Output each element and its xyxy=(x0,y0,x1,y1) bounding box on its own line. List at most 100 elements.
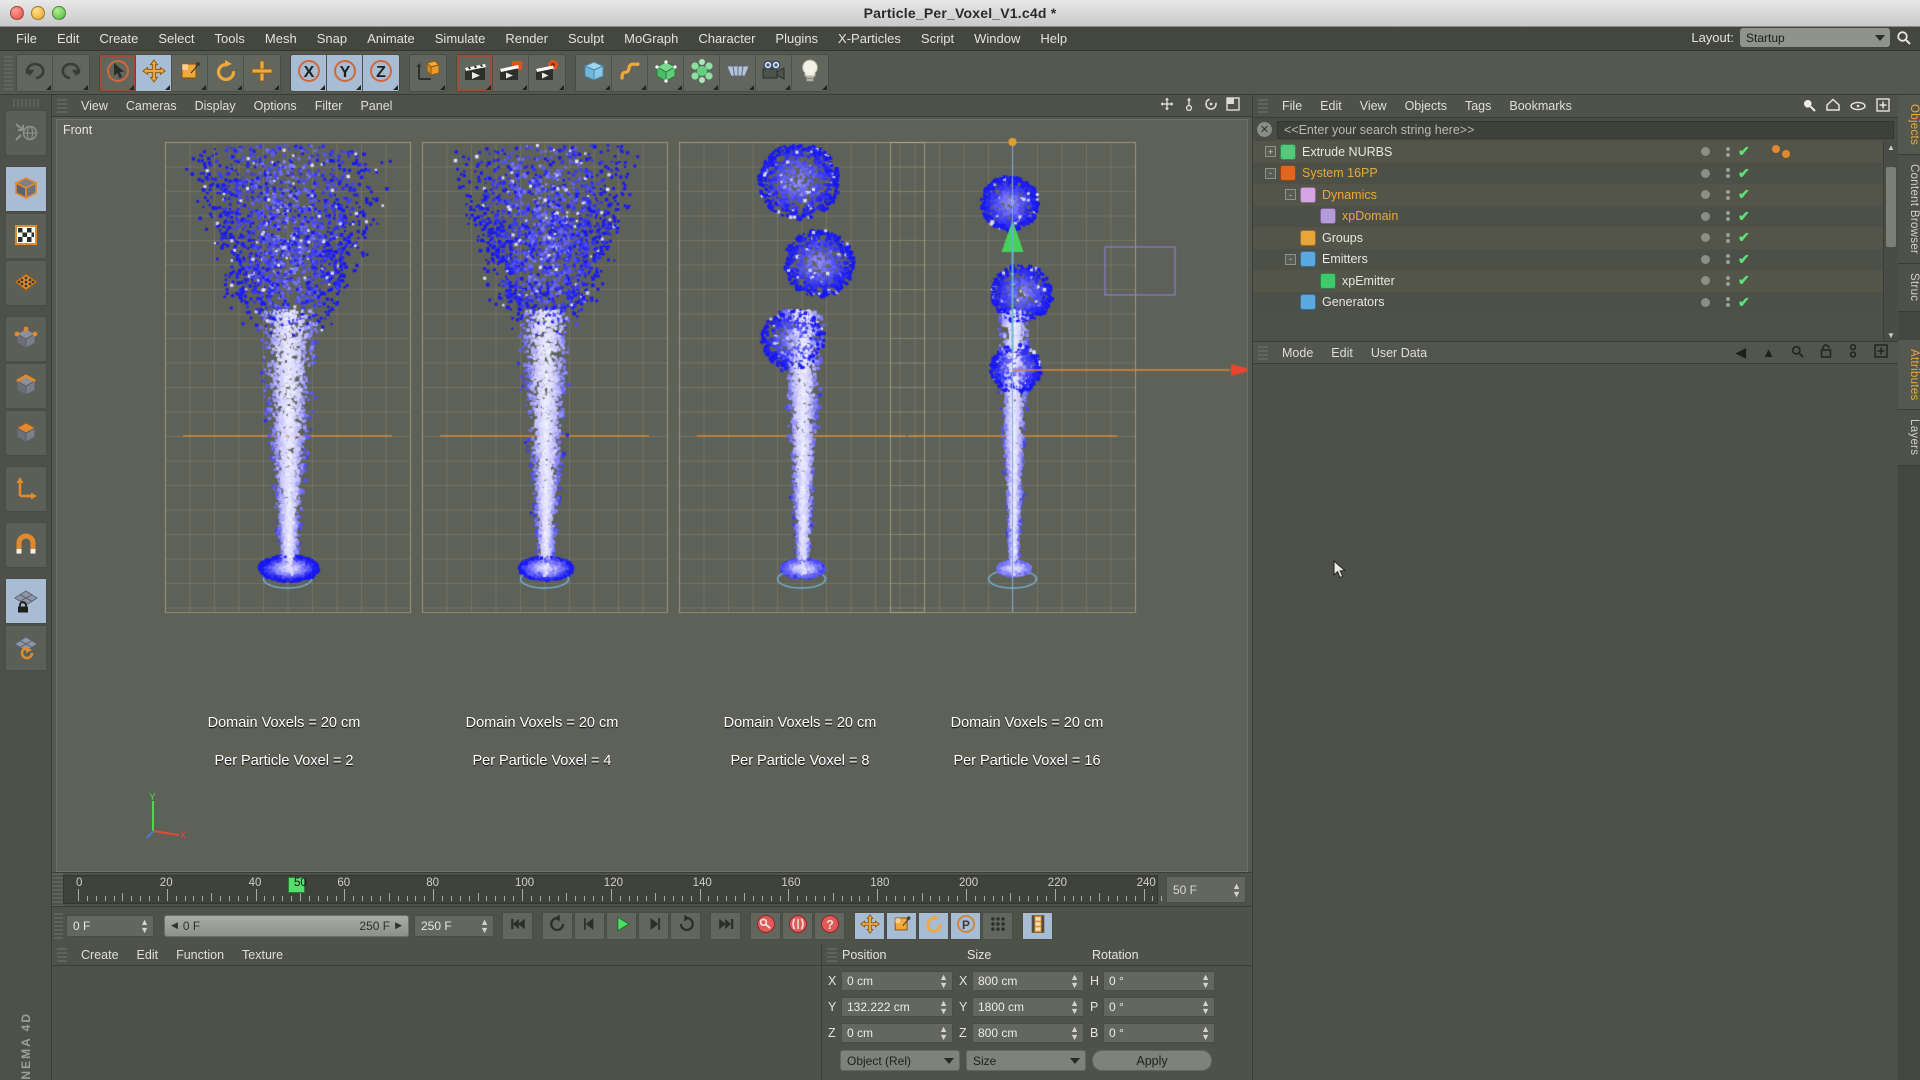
menu-item-x-particles[interactable]: X-Particles xyxy=(828,27,911,51)
workplane-rotate-button[interactable] xyxy=(4,625,47,671)
menu-item-render[interactable]: Render xyxy=(495,27,558,51)
menu-item-script[interactable]: Script xyxy=(911,27,964,51)
record-rotation-button[interactable] xyxy=(918,911,949,940)
tree-expand-toggle[interactable]: - xyxy=(1285,253,1296,265)
maximize-view-icon[interactable] xyxy=(1226,97,1240,114)
layout-dropdown[interactable]: Startup xyxy=(1740,28,1890,47)
menu-item-character[interactable]: Character xyxy=(688,27,765,51)
editor-visibility-dot[interactable] xyxy=(1701,276,1710,286)
undo-button[interactable] xyxy=(17,54,53,91)
stepper-icon[interactable]: ▲ ▼ xyxy=(1201,972,1210,989)
deformers-button[interactable] xyxy=(684,54,720,91)
snap-magnet-button[interactable] xyxy=(4,522,47,568)
vertical-tab-objects[interactable]: Objects xyxy=(1898,95,1920,156)
coordinates-grip[interactable] xyxy=(827,947,837,962)
redo-button[interactable] xyxy=(53,54,89,91)
object-tree-row[interactable]: - Emitters ✔ xyxy=(1253,248,1883,270)
go-to-start-button[interactable] xyxy=(502,911,533,940)
attribute-manager-grip[interactable] xyxy=(1258,345,1268,360)
object-manager-grip[interactable] xyxy=(1258,99,1268,113)
editor-visibility-dot[interactable] xyxy=(1701,254,1710,264)
tree-expand-toggle[interactable]: - xyxy=(1285,189,1296,201)
search-icon[interactable] xyxy=(1896,30,1912,46)
enable-checkmark-icon[interactable]: ✔ xyxy=(1738,143,1750,160)
object-tree-row[interactable]: Generators ✔ xyxy=(1253,291,1883,313)
playbar-grip[interactable] xyxy=(54,912,63,939)
size-z-field[interactable]: 800 cm ▲ ▼ xyxy=(972,1022,1084,1043)
material-menu-create[interactable]: Create xyxy=(72,944,128,966)
object-tree-row[interactable]: + Extrude NURBS ✔ xyxy=(1253,141,1883,163)
viewport-menu-grip[interactable] xyxy=(57,98,67,113)
plus-box-icon[interactable] xyxy=(1874,344,1888,361)
play-forward-loop-button[interactable] xyxy=(670,911,701,940)
scale-tool-button[interactable] xyxy=(172,54,208,91)
viewport-menu-filter[interactable]: Filter xyxy=(306,95,352,117)
record-position-button[interactable] xyxy=(854,911,885,940)
editor-visibility-dot[interactable] xyxy=(1701,168,1710,178)
rotate-view-icon[interactable] xyxy=(1204,97,1218,114)
menu-item-window[interactable]: Window xyxy=(964,27,1030,51)
object-menu-view[interactable]: View xyxy=(1351,95,1396,117)
menu-item-snap[interactable]: Snap xyxy=(307,27,357,51)
menu-item-file[interactable]: File xyxy=(6,27,47,51)
transform-mode-dropdown[interactable]: Size xyxy=(966,1050,1086,1071)
object-tree-row[interactable]: xpDomain ✔ xyxy=(1253,205,1883,227)
object-search-input[interactable]: <<Enter your search string here>> xyxy=(1277,120,1894,139)
keyframe-selection-button[interactable]: ? xyxy=(814,911,845,940)
editor-visibility-dot[interactable] xyxy=(1701,147,1710,157)
lock-x-button[interactable]: X xyxy=(291,54,327,91)
render-to-picture-viewer-button[interactable] xyxy=(493,54,529,91)
stepper-icon[interactable]: ▲ ▼ xyxy=(140,917,149,934)
move-tool-button[interactable] xyxy=(136,54,172,91)
scroll-up-icon[interactable]: ▲ xyxy=(1884,141,1898,154)
enable-checkmark-icon[interactable]: ✔ xyxy=(1738,186,1750,203)
object-menu-file[interactable]: File xyxy=(1273,95,1311,117)
vertical-tab-attributes[interactable]: Attributes xyxy=(1898,339,1920,411)
attribute-manager-body[interactable] xyxy=(1253,364,1898,1080)
viewport-menu-panel[interactable]: Panel xyxy=(351,95,401,117)
play-button[interactable] xyxy=(606,911,637,940)
current-frame-field[interactable]: 0 F ▲ ▼ xyxy=(66,914,154,937)
object-tree-row[interactable]: - Dynamics ✔ xyxy=(1253,184,1883,206)
step-forward-button[interactable] xyxy=(638,911,669,940)
material-menu-function[interactable]: Function xyxy=(167,944,233,966)
stepper-icon[interactable]: ▲ ▼ xyxy=(1070,998,1079,1015)
material-list-area[interactable] xyxy=(52,966,821,1080)
enable-checkmark-icon[interactable]: ✔ xyxy=(1738,251,1750,268)
object-menu-edit[interactable]: Edit xyxy=(1311,95,1351,117)
render-visibility-dots[interactable] xyxy=(1726,297,1730,308)
scroll-thumb[interactable] xyxy=(1886,167,1896,247)
clear-search-icon[interactable]: ✕ xyxy=(1257,122,1272,137)
generators-button[interactable] xyxy=(648,54,684,91)
menu-item-select[interactable]: Select xyxy=(148,27,204,51)
enable-checkmark-icon[interactable]: ✔ xyxy=(1738,165,1750,182)
record-pla-button[interactable]: P xyxy=(950,911,981,940)
attribute-menu-edit[interactable]: Edit xyxy=(1322,342,1362,364)
workplane-lock-button[interactable] xyxy=(4,578,47,624)
scroll-down-icon[interactable]: ▼ xyxy=(1884,331,1898,340)
enable-checkmark-icon[interactable]: ✔ xyxy=(1738,294,1750,311)
move-view-icon[interactable] xyxy=(1160,97,1174,114)
render-visibility-dots[interactable] xyxy=(1726,232,1730,243)
menu-item-sculpt[interactable]: Sculpt xyxy=(558,27,614,51)
object-tree-row[interactable]: xpEmitter ✔ xyxy=(1253,270,1883,292)
object-tags[interactable] xyxy=(1771,145,1790,159)
stepper-icon[interactable]: ▲ ▼ xyxy=(939,998,948,1015)
material-menu-grip[interactable] xyxy=(57,947,67,962)
back-arrow-icon[interactable]: ◀ xyxy=(1735,344,1746,361)
render-visibility-dots[interactable] xyxy=(1726,146,1730,157)
timeline-ruler[interactable]: 50 0 20 40 60 80 100 120 140 160 180 200 220 240 xyxy=(63,875,1189,904)
position-y-field[interactable]: 132.222 cm ▲ ▼ xyxy=(841,996,953,1017)
size-y-field[interactable]: 1800 cm ▲ ▼ xyxy=(972,996,1084,1017)
rotation-p-field[interactable]: 0 ° ▲ ▼ xyxy=(1103,996,1215,1017)
add-camera-button[interactable] xyxy=(756,54,792,91)
scale-view-icon[interactable] xyxy=(1182,97,1196,114)
position-x-field[interactable]: 0 cm ▲ ▼ xyxy=(841,970,953,991)
record-parameter-button[interactable] xyxy=(982,911,1013,940)
step-back-button[interactable] xyxy=(574,911,605,940)
rotation-h-field[interactable]: 0 ° ▲ ▼ xyxy=(1103,970,1215,991)
material-menu-texture[interactable]: Texture xyxy=(233,944,292,966)
menu-item-create[interactable]: Create xyxy=(89,27,148,51)
render-visibility-dots[interactable] xyxy=(1726,254,1730,265)
editor-visibility-dot[interactable] xyxy=(1701,190,1710,200)
